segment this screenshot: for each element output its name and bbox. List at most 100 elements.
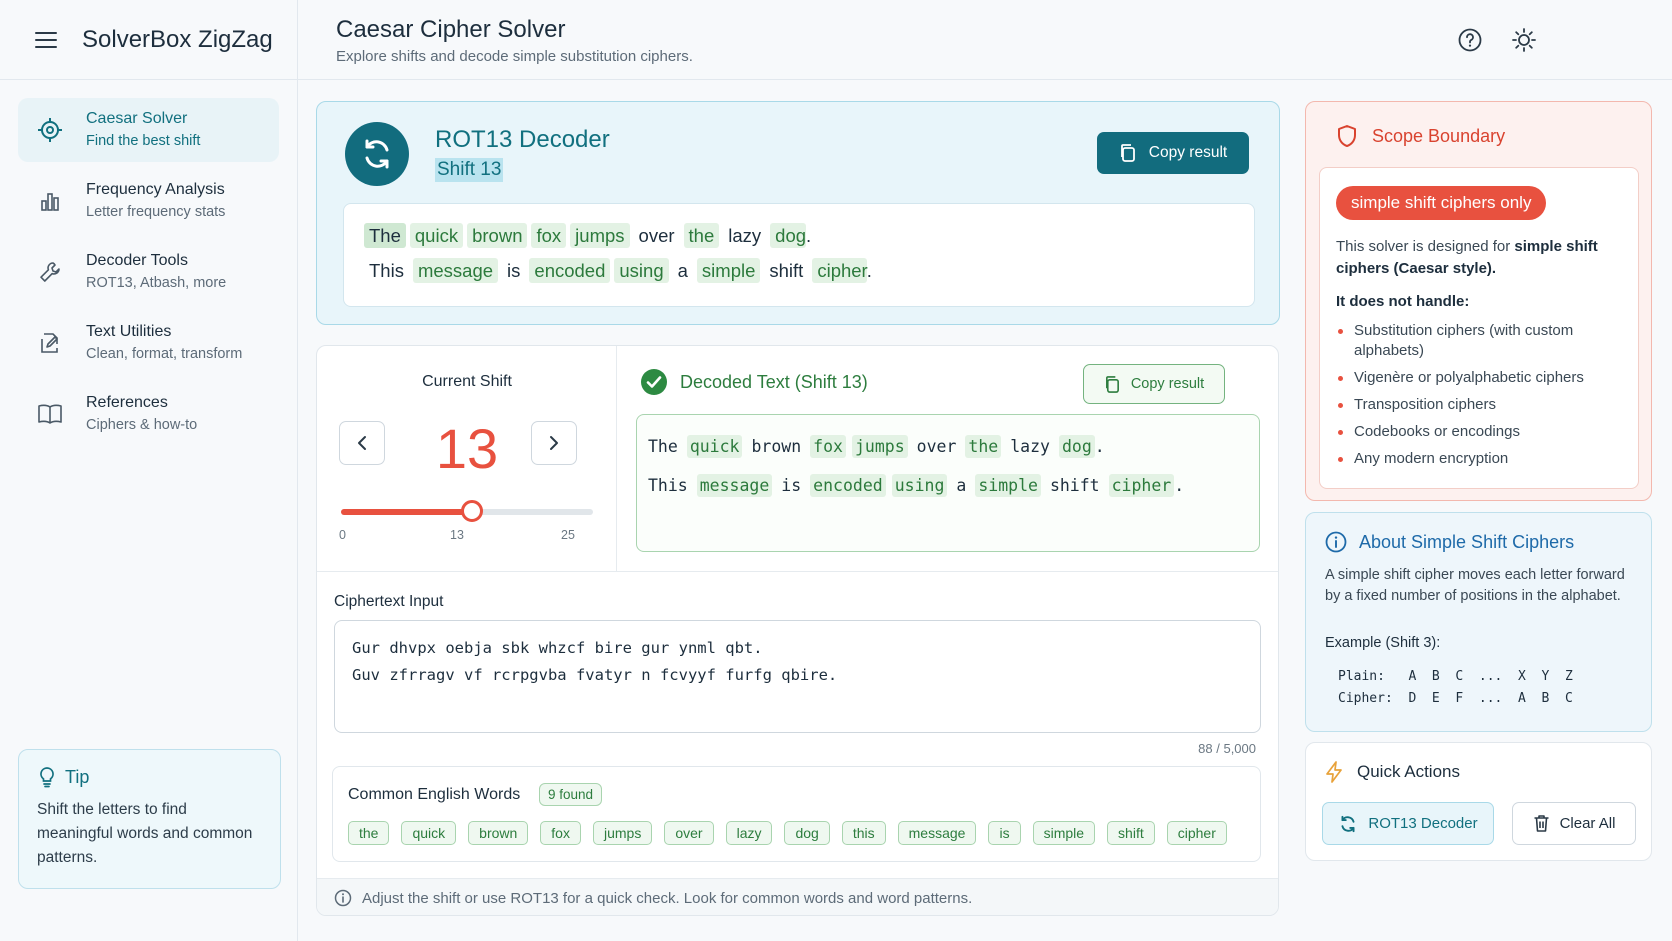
solver-panel: Current Shift 13 0 13 25 Decoded Text (S… [316, 345, 1279, 916]
ciphertext-section: Ciphertext Input Gur dhvpx oebja sbk whz… [317, 572, 1278, 915]
decoded-line-1: The quick brown fox jumps over the lazy dog. [645, 427, 1251, 466]
word-chip[interactable]: dog [784, 821, 830, 845]
copy-decoded-button[interactable]: Copy result [1083, 364, 1225, 404]
sidebar-item-text-utilities[interactable]: Text Utilities Clean, format, transform [18, 311, 279, 375]
help-icon[interactable] [1456, 26, 1484, 54]
list-item: Any modern encryption [1336, 449, 1632, 469]
wrench-icon [36, 258, 64, 286]
copy-icon [1104, 375, 1121, 394]
decoded-pane: Decoded Text (Shift 13) Copy result The q… [617, 346, 1278, 572]
ciphertext-label: Ciphertext Input [334, 593, 444, 610]
current-shift-label: Current Shift [422, 373, 512, 390]
scope-details: simple shift ciphers only This solver is… [1319, 167, 1639, 489]
sidebar-item-frequency-analysis[interactable]: Frequency Analysis Letter frequency stat… [18, 169, 279, 233]
character-count: 88 / 5,000 [1198, 741, 1256, 756]
not-handle-heading: It does not handle: [1336, 293, 1470, 310]
shift-control: Current Shift 13 0 13 25 [317, 346, 617, 572]
word: using [891, 474, 948, 497]
word: The [648, 437, 678, 456]
rot13-shift-label: Shift 13 [435, 158, 504, 182]
word-chip[interactable]: quick [401, 821, 457, 845]
sidebar-item-title: Text Utilities [86, 323, 172, 340]
punctuation: . [1174, 476, 1185, 495]
scope-title: Scope Boundary [1372, 125, 1506, 146]
word: message [696, 474, 773, 497]
bar-chart-icon [36, 187, 64, 215]
copy-result-label: Copy result [1148, 144, 1228, 161]
copy-icon [1119, 143, 1137, 163]
word-chip[interactable]: cipher [1166, 821, 1227, 845]
target-icon [36, 116, 64, 144]
not-handle-list: Substitution ciphers (with custom alphab… [1336, 321, 1632, 476]
sidebar-item-subtitle: Clean, format, transform [86, 346, 243, 362]
sidebar: SolverBox ZigZag Caesar Solver Find the … [0, 0, 298, 941]
scope-desc-text: This solver is designed for [1336, 238, 1515, 255]
sidebar-item-caesar-solver[interactable]: Caesar Solver Find the best shift [18, 98, 279, 162]
slider-thumb[interactable] [461, 500, 484, 522]
copy-decoded-label: Copy result [1130, 376, 1205, 392]
theme-sun-icon[interactable] [1510, 26, 1538, 54]
shift-slider[interactable] [341, 500, 593, 522]
ciphertext-input[interactable]: Gur dhvpx oebja sbk whzcf bire gur ynml … [334, 620, 1261, 733]
refresh-icon [345, 122, 409, 186]
word: simple [696, 258, 761, 283]
tip-title: Tip [65, 766, 90, 787]
rot13-decoder-button[interactable]: ROT13 Decoder [1322, 802, 1494, 845]
word: fox [531, 223, 567, 248]
page-title: Caesar Cipher Solver [336, 16, 566, 43]
trash-icon [1533, 814, 1550, 833]
common-words-label: Common English Words [348, 786, 521, 803]
word: encoded [810, 474, 886, 497]
word-chip[interactable]: lazy [725, 821, 773, 845]
lightning-icon [1325, 761, 1343, 783]
punctuation: . [866, 260, 872, 281]
shield-icon [1336, 124, 1358, 148]
hamburger-menu-icon[interactable] [32, 26, 60, 54]
decoded-output: The quick brown fox jumps over the lazy dog. Thi… [636, 414, 1260, 552]
lightbulb-icon [37, 766, 57, 788]
clear-all-button[interactable]: Clear All [1512, 802, 1636, 845]
tick-min: 0 [339, 528, 346, 542]
sidebar-item-references[interactable]: References Ciphers & how-to [18, 382, 279, 446]
sidebar-item-title: Caesar Solver [86, 110, 188, 127]
page-subtitle: Explore shifts and decode simple substit… [336, 48, 693, 65]
word: jumps [851, 435, 908, 458]
word: jumps [570, 223, 630, 248]
word: This [369, 260, 404, 281]
word-chip[interactable]: this [841, 821, 886, 845]
sidebar-item-subtitle: Ciphers & how-to [86, 417, 198, 433]
word-chip[interactable]: fox [540, 821, 581, 845]
word-chip[interactable]: brown [468, 821, 529, 845]
word-chip[interactable]: is [988, 821, 1021, 845]
word: the [965, 435, 1002, 458]
word-chip[interactable]: shift [1107, 821, 1155, 845]
word: cipher [1108, 474, 1175, 497]
page-header: Caesar Cipher Solver Explore shifts and … [298, 0, 1672, 80]
word-chip[interactable]: simple [1032, 821, 1096, 845]
word-chip[interactable]: the [348, 821, 390, 845]
hint-footer: Adjust the shift or use ROT13 for a quic… [317, 878, 1278, 915]
word: encoded [529, 258, 611, 283]
word: lazy [1010, 437, 1050, 456]
word-chip[interactable]: over [664, 821, 714, 845]
about-card: About Simple Shift Ciphers A simple shif… [1305, 512, 1652, 732]
common-words-box: Common English Words 9 found the quick b… [332, 766, 1261, 862]
sidebar-item-decoder-tools[interactable]: Decoder Tools ROT13, Atbash, more [18, 240, 279, 304]
sidebar-item-title: Frequency Analysis [86, 181, 225, 198]
sidebar-item-title: References [86, 394, 168, 411]
plain-row: Plain: A B C ... X Y Z [1338, 669, 1573, 684]
brand-bar: SolverBox ZigZag [0, 0, 297, 80]
decoded-title: Decoded Text (Shift 13) [680, 371, 868, 392]
tip-card: Tip Shift the letters to find meaningful… [18, 749, 281, 889]
word-chip[interactable]: message [897, 821, 977, 845]
rot13-card: ROT13 Decoder Shift 13 Copy result The qu… [316, 101, 1280, 325]
decrement-shift-button[interactable] [339, 421, 385, 465]
word: message [412, 258, 499, 283]
sidebar-nav: Caesar Solver Find the best shift Freque… [0, 80, 297, 446]
punctuation: . [1094, 437, 1105, 456]
copy-result-button[interactable]: Copy result [1097, 132, 1249, 174]
word-chip[interactable]: jumps [592, 821, 653, 845]
increment-shift-button[interactable] [531, 421, 577, 465]
edit-document-icon [36, 329, 64, 357]
word: over [916, 437, 957, 456]
